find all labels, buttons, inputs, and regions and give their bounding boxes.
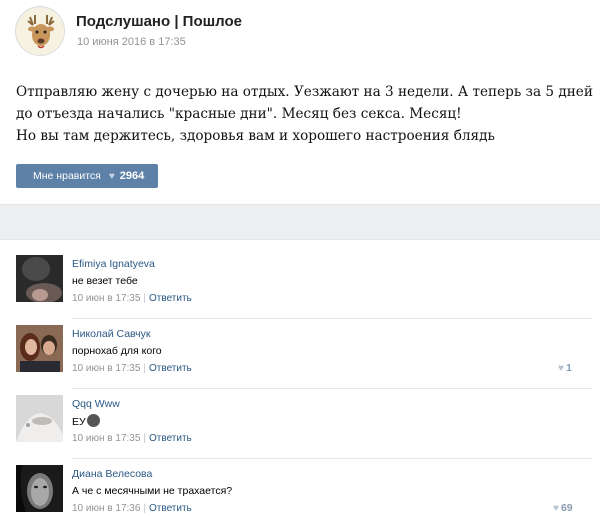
like-button[interactable]: Мне нравится ♥ 2964 <box>16 164 158 188</box>
reply-link[interactable]: Ответить <box>149 433 192 444</box>
comment-meta: 10 июн в 17:35 | Ответить <box>72 433 192 444</box>
meta-separator: | <box>143 363 147 374</box>
post: Подслушано | Пошлое 10 июня 2016 в 17:35… <box>0 0 600 205</box>
comment-time[interactable]: 10 июн в 17:35 <box>72 433 140 444</box>
reply-link[interactable]: Ответить <box>149 363 192 374</box>
comment-time[interactable]: 10 июн в 17:35 <box>72 363 140 374</box>
comment-meta: 10 июн в 17:36 | Ответить <box>72 503 192 514</box>
comment-like-count: 1 <box>565 362 572 374</box>
comment-item: Efimiya Ignatyeva не везет тебе 10 июн в… <box>0 255 600 325</box>
comment-text: А че с месячными не трахается? <box>72 485 233 497</box>
user-photo-icon <box>16 325 63 372</box>
comment-divider <box>72 318 592 319</box>
user-photo-icon <box>16 255 63 302</box>
comment-author[interactable]: Диана Велесова <box>72 468 152 480</box>
user-photo-icon <box>16 395 63 442</box>
post-text-line: до отъезда начались "красные дни". Месяц… <box>16 106 462 122</box>
comment-author[interactable]: Николай Савчук <box>72 328 150 340</box>
heart-icon: ♥ <box>108 170 115 182</box>
meta-separator: | <box>143 503 147 514</box>
reply-link[interactable]: Ответить <box>149 293 192 304</box>
comment-text-value: ЕУ <box>72 416 86 428</box>
comment-author[interactable]: Qqq Www <box>72 398 120 410</box>
comment-text: порнохаб для кого <box>72 345 162 357</box>
comment-like-button[interactable]: ♥ 69 <box>553 502 573 514</box>
comment-time[interactable]: 10 июн в 17:36 <box>72 503 140 514</box>
comment-like-button[interactable]: ♥ 1 <box>558 362 572 374</box>
emoji-icon <box>86 414 100 427</box>
comment-avatar[interactable] <box>16 255 63 302</box>
comment-divider <box>72 458 592 459</box>
like-label: Мне нравится <box>33 170 101 182</box>
like-count: 2964 <box>119 170 145 182</box>
group-avatar[interactable] <box>15 6 65 56</box>
comment-like-count: 69 <box>560 502 573 514</box>
post-text-line: Но вы там держитесь, здоровья вам и хоро… <box>16 128 495 144</box>
post-text-line: Отправляю жену с дочерью на отдых. Уезжа… <box>16 84 593 100</box>
comment-author[interactable]: Efimiya Ignatyeva <box>72 258 155 270</box>
user-photo-icon <box>16 465 63 512</box>
comment-text: не везет тебе <box>72 275 138 287</box>
reply-link[interactable]: Ответить <box>149 503 192 514</box>
comment-meta: 10 июн в 17:35 | Ответить <box>72 363 192 374</box>
comment-time[interactable]: 10 июн в 17:35 <box>72 293 140 304</box>
comment-divider <box>72 388 592 389</box>
comment-meta: 10 июн в 17:35 | Ответить <box>72 293 192 304</box>
deer-logo-icon <box>17 8 64 55</box>
group-name[interactable]: Подслушано | Пошлое <box>76 13 242 30</box>
post-date[interactable]: 10 июня 2016 в 17:35 <box>77 36 186 48</box>
comment-text: ЕУ <box>72 414 100 428</box>
heart-icon: ♥ <box>553 503 559 514</box>
section-divider <box>0 204 600 240</box>
comment-item: Николай Савчук порнохаб для кого 10 июн … <box>0 325 600 395</box>
heart-icon: ♥ <box>558 363 564 374</box>
comment-avatar[interactable] <box>16 395 63 442</box>
post-text: Отправляю жену с дочерью на отдых. Уезжа… <box>16 81 593 147</box>
comment-avatar[interactable] <box>16 465 63 512</box>
meta-separator: | <box>143 293 147 304</box>
comment-avatar[interactable] <box>16 325 63 372</box>
comment-item: Диана Велесова А че с месячными не траха… <box>0 465 600 517</box>
comment-item: Qqq Www ЕУ 10 июн в 17:35 | Ответить <box>0 395 600 465</box>
meta-separator: | <box>143 433 147 444</box>
